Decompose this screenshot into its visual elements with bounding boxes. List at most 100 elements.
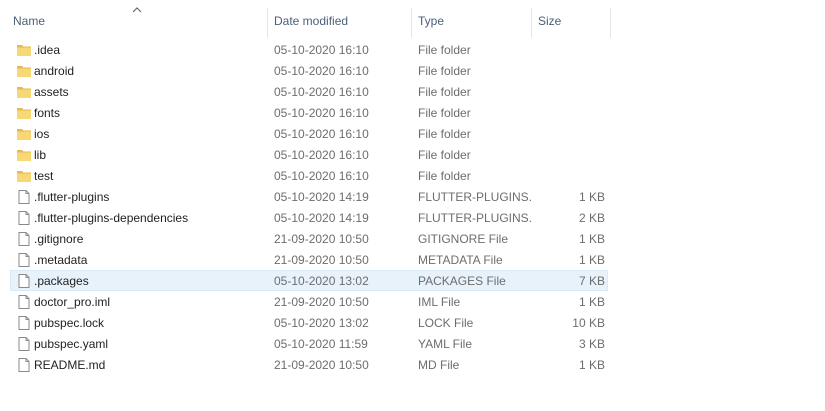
file-name: fonts (34, 106, 61, 120)
column-divider[interactable] (411, 8, 412, 38)
file-row[interactable]: ios 05-10-2020 16:10 File folder (10, 123, 608, 144)
file-type: File folder (418, 127, 471, 141)
file-row[interactable]: fonts 05-10-2020 16:10 File folder (10, 102, 608, 123)
file-type: File folder (418, 85, 471, 99)
file-date-modified: 05-10-2020 13:02 (274, 274, 369, 288)
file-row[interactable]: .flutter-plugins-dependencies 05-10-2020 … (10, 207, 608, 228)
file-size (539, 103, 605, 124)
file-icon (16, 208, 32, 229)
file-name: .flutter-plugins (34, 190, 110, 204)
file-icon (16, 334, 32, 355)
file-size: 1 KB (578, 190, 605, 204)
file-date-modified: 05-10-2020 11:59 (274, 337, 368, 351)
file-row[interactable]: pubspec.yaml 05-10-2020 11:59 YAML File 3 K… (10, 333, 608, 354)
column-header-bar: Name Date modified Type Size (0, 4, 825, 38)
file-type: IML File (418, 295, 461, 309)
file-date-modified: 05-10-2020 14:19 (274, 190, 369, 204)
file-explorer-details-view: Name Date modified Type Size .idea 05-10-… (0, 0, 825, 411)
file-size: 1 KB (578, 253, 605, 267)
file-name: test (34, 169, 54, 183)
column-header-date-modified[interactable]: Date modified (274, 4, 348, 34)
column-header-size[interactable]: Size (538, 4, 561, 34)
folder-icon (16, 166, 32, 187)
file-type: GITIGNORE File (418, 232, 509, 246)
file-name: .flutter-plugins-dependencies (34, 211, 189, 225)
file-icon (16, 250, 32, 271)
sort-ascending-icon (131, 4, 143, 14)
file-name: pubspec.lock (34, 316, 105, 330)
file-size: 1 KB (578, 232, 605, 246)
file-icon (16, 292, 32, 313)
file-row[interactable]: android 05-10-2020 16:10 File folder (10, 60, 608, 81)
file-size: 7 KB (578, 274, 605, 288)
file-size: 10 KB (572, 316, 605, 330)
file-size: 1 KB (578, 295, 605, 309)
file-type: File folder (418, 43, 471, 57)
file-type: YAML File (418, 337, 473, 351)
file-row[interactable]: lib 05-10-2020 16:10 File folder (10, 144, 608, 165)
file-size (539, 145, 605, 166)
file-name: README.md (34, 358, 106, 372)
file-size (539, 166, 605, 187)
folder-icon (16, 61, 32, 82)
file-date-modified: 05-10-2020 16:10 (274, 127, 369, 141)
file-date-modified: 05-10-2020 14:19 (274, 211, 369, 225)
file-name: android (34, 64, 75, 78)
file-name: .gitignore (34, 232, 84, 246)
file-icon (16, 355, 32, 376)
column-divider[interactable] (531, 8, 532, 38)
file-row[interactable]: pubspec.lock 05-10-2020 13:02 LOCK File 10 … (10, 312, 608, 333)
file-type: File folder (418, 148, 471, 162)
file-date-modified: 05-10-2020 16:10 (274, 85, 369, 99)
file-name: lib (34, 148, 47, 162)
file-date-modified: 05-10-2020 16:10 (274, 64, 369, 78)
file-name: ios (34, 127, 50, 141)
file-date-modified: 21-09-2020 10:50 (274, 232, 369, 246)
file-date-modified: 05-10-2020 13:02 (274, 316, 369, 330)
file-name: .packages (34, 274, 89, 288)
file-date-modified: 05-10-2020 16:10 (274, 169, 369, 183)
column-header-type[interactable]: Type (418, 4, 444, 34)
file-size: 1 KB (578, 358, 605, 372)
column-header-name[interactable]: Name (13, 4, 45, 34)
file-name: pubspec.yaml (34, 337, 109, 351)
file-date-modified: 05-10-2020 16:10 (274, 148, 369, 162)
file-row[interactable]: .packages 05-10-2020 13:02 PACKAGES File 7 … (10, 270, 608, 291)
file-row[interactable]: .gitignore 21-09-2020 10:50 GITIGNORE File… (10, 228, 608, 249)
file-date-modified: 05-10-2020 16:10 (274, 43, 369, 57)
column-divider[interactable] (610, 8, 611, 38)
file-date-modified: 21-09-2020 10:50 (274, 253, 369, 267)
folder-icon (16, 40, 32, 61)
file-type: File folder (418, 106, 471, 120)
file-type: PACKAGES File (418, 274, 506, 288)
file-size (539, 124, 605, 145)
file-size (539, 61, 605, 82)
folder-icon (16, 145, 32, 166)
file-type: FLUTTER-PLUGINS... (418, 190, 533, 204)
file-name: doctor_pro.iml (34, 295, 111, 309)
file-row[interactable]: doctor_pro.iml 21-09-2020 10:50 IML File 1 … (10, 291, 608, 312)
file-type: LOCK File (418, 316, 474, 330)
file-row[interactable]: .idea 05-10-2020 16:10 File folder (10, 39, 608, 60)
file-date-modified: 21-09-2020 10:50 (274, 358, 369, 372)
file-name: .metadata (34, 253, 88, 267)
folder-icon (16, 124, 32, 145)
file-row[interactable]: README.md 21-09-2020 10:50 MD File 1 KB (10, 354, 608, 375)
file-type: METADATA File (418, 253, 503, 267)
file-row[interactable]: test 05-10-2020 16:10 File folder (10, 165, 608, 186)
file-row[interactable]: assets 05-10-2020 16:10 File folder (10, 81, 608, 102)
folder-icon (16, 82, 32, 103)
column-divider[interactable] (267, 8, 268, 38)
folder-icon (16, 103, 32, 124)
file-type: FLUTTER-PLUGINS... (418, 211, 533, 225)
file-icon (16, 313, 32, 334)
file-date-modified: 21-09-2020 10:50 (274, 295, 369, 309)
file-icon (16, 229, 32, 250)
file-type: File folder (418, 64, 471, 78)
file-name: .idea (34, 43, 61, 57)
file-row[interactable]: .metadata 21-09-2020 10:50 METADATA File 1 … (10, 249, 608, 270)
file-type: MD File (418, 358, 460, 372)
file-icon (16, 187, 32, 208)
file-date-modified: 05-10-2020 16:10 (274, 106, 369, 120)
file-row[interactable]: .flutter-plugins 05-10-2020 14:19 FLUTTER-… (10, 186, 608, 207)
